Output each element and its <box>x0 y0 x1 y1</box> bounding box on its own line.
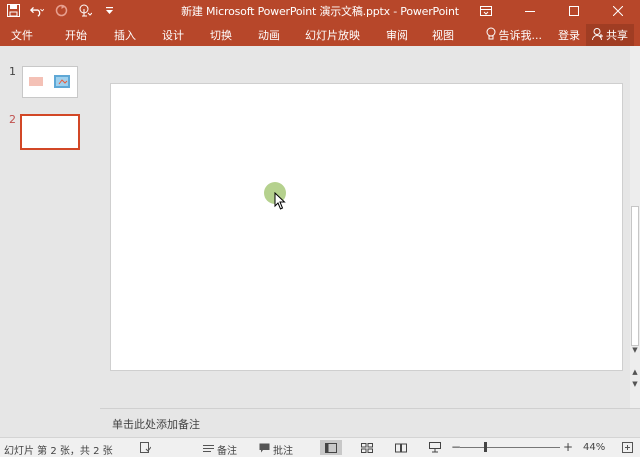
slide-edit-pane: ▼ ▲ ▼ <box>100 46 640 408</box>
notes-pane[interactable]: 单击此处添加备注 <box>100 408 640 437</box>
person-icon <box>592 27 603 43</box>
tab-transitions[interactable]: 切换 <box>210 27 232 43</box>
spell-check-icon[interactable] <box>140 442 151 453</box>
zoom-level[interactable]: 44% <box>583 442 605 453</box>
scrollbar-thumb[interactable] <box>631 206 639 346</box>
title-bar: 新建 Microsoft PowerPoint 演示文稿.pptx - Powe… <box>0 0 640 22</box>
slide-thumbnail-2[interactable] <box>20 114 80 150</box>
zoom-slider-thumb[interactable] <box>484 442 487 452</box>
comments-toggle-label: 批注 <box>273 446 293 457</box>
window-controls <box>464 0 640 22</box>
zoom-slider-track[interactable] <box>460 447 560 448</box>
notes-placeholder: 单击此处添加备注 <box>112 418 200 431</box>
minimize-icon[interactable] <box>508 0 552 22</box>
tell-me-box[interactable]: 告诉我... <box>486 27 543 43</box>
share-button[interactable]: 共享 <box>586 24 634 46</box>
normal-view-button[interactable] <box>320 440 342 455</box>
mouse-pointer-icon <box>274 191 286 214</box>
previous-slide-icon[interactable]: ▲ <box>630 368 640 376</box>
tab-home[interactable]: 开始 <box>65 27 87 43</box>
tell-me-label: 告诉我... <box>498 29 543 42</box>
slide-show-button[interactable] <box>424 440 446 455</box>
reading-view-icon <box>395 443 407 452</box>
lightbulb-icon <box>486 27 496 43</box>
tab-insert[interactable]: 插入 <box>114 27 136 43</box>
thumbnail-number-2: 2 <box>9 113 16 126</box>
normal-view-icon <box>325 442 337 453</box>
notes-toggle-label: 备注 <box>217 446 237 457</box>
vertical-scrollbar[interactable]: ▼ ▲ ▼ <box>630 46 640 408</box>
login-link[interactable]: 登录 <box>558 27 580 43</box>
comment-icon <box>259 443 270 456</box>
share-label: 共享 <box>606 29 628 42</box>
ribbon-right-area: 告诉我... 登录 共享 <box>486 24 634 46</box>
status-bar: 幻灯片 第 2 张，共 2 张 备注 批注 − + 44% <box>0 437 640 457</box>
slide-1-preview-graphics <box>29 75 70 88</box>
slide-thumbnail-pane: 1 2 <box>0 46 100 437</box>
tab-slide-show[interactable]: 幻灯片放映 <box>305 27 360 43</box>
ribbon-display-options-icon[interactable] <box>464 0 508 22</box>
current-slide-canvas[interactable] <box>110 83 623 371</box>
tab-design[interactable]: 设计 <box>162 27 184 43</box>
tab-view[interactable]: 视图 <box>432 27 454 43</box>
slide-thumbnail-1[interactable] <box>22 66 78 98</box>
tab-animations[interactable]: 动画 <box>258 27 280 43</box>
next-slide-icon[interactable]: ▼ <box>630 380 640 388</box>
slide-sorter-button[interactable] <box>356 440 378 455</box>
zoom-in-button[interactable]: + <box>563 440 573 454</box>
slide-show-icon <box>429 442 441 453</box>
close-icon[interactable] <box>596 0 640 22</box>
tab-review[interactable]: 审阅 <box>386 27 408 43</box>
fit-slide-to-window-icon[interactable] <box>622 442 633 453</box>
notes-icon <box>203 444 214 456</box>
thumbnail-number-1: 1 <box>9 65 16 78</box>
ribbon-tabs: 文件 开始 插入 设计 切换 动画 幻灯片放映 审阅 视图 告诉我... 登录 … <box>0 22 640 46</box>
maximize-icon[interactable] <box>552 0 596 22</box>
comments-toggle-button[interactable]: 批注 <box>259 442 293 457</box>
scroll-down-icon[interactable]: ▼ <box>630 346 640 354</box>
notes-toggle-button[interactable]: 备注 <box>203 442 237 457</box>
tab-file[interactable]: 文件 <box>11 27 33 43</box>
slide-counter: 幻灯片 第 2 张，共 2 张 <box>4 446 113 457</box>
reading-view-button[interactable] <box>390 440 412 455</box>
slide-sorter-icon <box>361 442 373 453</box>
